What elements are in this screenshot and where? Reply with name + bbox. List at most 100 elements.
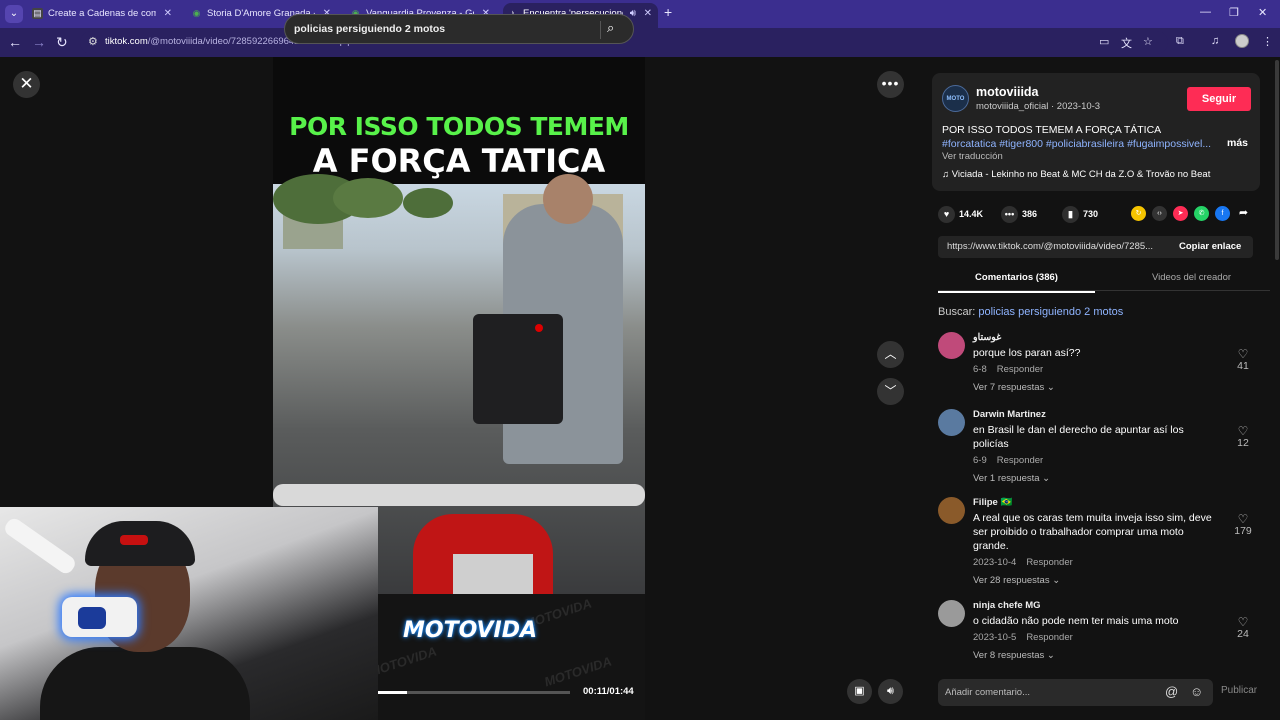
related-search-link[interactable]: policias persiguiendo 2 motos (978, 306, 1123, 318)
extensions-icon[interactable]: ⧉ (1176, 35, 1184, 48)
search-icon[interactable]: ⌕ (607, 20, 614, 36)
facebook-icon[interactable]: f (1215, 206, 1230, 221)
save-button[interactable]: ▮ 730 (1062, 205, 1098, 223)
motorcycle-dashboard (473, 314, 563, 424)
video-search-bar[interactable]: policias persiguiendo 2 motos ⌕ (284, 14, 634, 44)
creator-avatar[interactable]: MOTO (942, 85, 969, 112)
like-button[interactable]: ♥ 14.4K (938, 205, 983, 223)
hashtag[interactable]: #policiabrasileira (1046, 138, 1124, 150)
video-overlay-line1: POR ISSO TODOS TEMEM (289, 112, 629, 141)
commenter-avatar[interactable] (938, 409, 965, 436)
more-options-button[interactable]: ••• (877, 71, 904, 98)
music-credit[interactable]: ♫ Viciada - Lekinho no Beat & MC CH da Z… (942, 169, 1210, 180)
emoji-icon[interactable]: ☺ (1190, 684, 1203, 699)
whatsapp-icon[interactable]: ✆ (1194, 206, 1209, 221)
search-query[interactable]: policias persiguiendo 2 motos (294, 23, 445, 35)
comment-text: porque los paran así?? (973, 347, 1081, 359)
window-close-icon[interactable]: ✕ (1258, 6, 1267, 19)
view-replies-button[interactable]: Ver 7 respuestas ⌄ (973, 382, 1055, 393)
hashtag[interactable]: #tiger800 (999, 138, 1043, 150)
comment-count: 386 (1022, 209, 1038, 219)
browser-tab-bar: ⌄ ▤ Create a Cadenas de comidas r ✕ ◉ St… (0, 0, 1280, 28)
handlebar (273, 484, 645, 506)
browser-tab[interactable]: ▤ Create a Cadenas de comidas r ✕ (28, 3, 178, 28)
comment-like-button[interactable]: ♡ 12 (1230, 425, 1256, 449)
comment-text: o cidadão não pode nem ter mais uma moto (973, 615, 1179, 627)
reply-button[interactable]: Responder (997, 364, 1043, 375)
minimize-icon[interactable]: — (1200, 6, 1211, 18)
panel-scrollbar[interactable] (1275, 60, 1279, 260)
commenter-name[interactable]: Filipe 🇧🇷 (973, 497, 1012, 508)
reply-button[interactable]: Responder (1026, 557, 1072, 568)
close-video-button[interactable]: ✕ (13, 71, 40, 98)
comment-like-count: 24 (1237, 628, 1249, 640)
next-video-button[interactable]: ﹀ (877, 378, 904, 405)
reload-icon[interactable]: ↻ (56, 33, 68, 51)
share-link-text[interactable]: https://www.tiktok.com/@motoviiida/video… (947, 241, 1153, 252)
restore-icon[interactable]: ❐ (1229, 6, 1239, 19)
comment-composer[interactable]: Añadir comentario... @ ☺ (938, 679, 1213, 706)
browser-menu-icon[interactable]: ⋮ (1262, 35, 1273, 48)
previous-video-button[interactable]: ︿ (877, 341, 904, 368)
share-arrow-icon[interactable]: ➦ (1236, 206, 1251, 221)
comment-like-button[interactable]: ♡ 24 (1230, 616, 1256, 640)
commenter-avatar[interactable] (938, 332, 965, 359)
commenter-name[interactable]: غوستاو (973, 332, 1001, 343)
see-translation-link[interactable]: Ver traducción (942, 151, 1003, 162)
back-arrow-icon[interactable]: ← (8, 33, 22, 51)
heart-outline-icon: ♡ (1237, 512, 1249, 526)
translate-icon[interactable]: 文 (1121, 35, 1132, 51)
follow-button[interactable]: Seguir (1187, 87, 1251, 111)
comment-meta: 2023-10-4 Responder (973, 557, 1073, 568)
profile-avatar-icon[interactable] (1235, 34, 1249, 48)
comment-button[interactable]: ••• 386 (1001, 205, 1037, 223)
more-link[interactable]: más (1227, 137, 1248, 149)
commenter-name[interactable]: Darwin Martinez (973, 409, 1046, 420)
heart-outline-icon: ♡ (1237, 615, 1249, 629)
comment-meta: 6-9 Responder (973, 455, 1043, 466)
video-progress-fill (378, 691, 407, 694)
embed-icon[interactable]: ‹› (1152, 206, 1167, 221)
commenter-name[interactable]: ninja chefe MG (973, 600, 1041, 611)
tab-comments[interactable]: Comentarios (386) (938, 272, 1095, 293)
view-replies-button[interactable]: Ver 28 respuestas ⌄ (973, 575, 1060, 586)
tab-close-icon[interactable]: ✕ (164, 3, 172, 25)
creator-username[interactable]: motoviiida (976, 85, 1039, 99)
engagement-bar: ♥ 14.4K ••• 386 ▮ 730 ↻ ‹› ➤ ✆ f ➦ (938, 205, 1268, 225)
bookmark-star-icon[interactable]: ☆ (1143, 35, 1153, 48)
reply-button[interactable]: Responder (997, 455, 1043, 466)
tab-search-icon[interactable]: ⌄ (5, 5, 23, 23)
site-info-icon[interactable]: ⚙ (88, 35, 98, 48)
tab-creator-videos[interactable]: Videos del creador (1113, 272, 1270, 283)
view-replies-button[interactable]: Ver 1 respuesta ⌄ (973, 473, 1050, 484)
hashtag[interactable]: #fugaimpossivel... (1127, 138, 1211, 150)
details-panel: MOTO motoviiida motoviiida_oficial · 202… (918, 57, 1280, 720)
forward-arrow-icon[interactable]: → (32, 33, 46, 51)
send-icon[interactable]: ➤ (1173, 206, 1188, 221)
tab-close-icon[interactable]: ✕ (644, 3, 652, 25)
cast-icon[interactable]: ▭ (1099, 35, 1109, 48)
maps-pin-icon: ◉ (192, 8, 201, 18)
tab-title: Create a Cadenas de comidas r (48, 8, 156, 19)
copy-link-button[interactable]: Copiar enlace (1179, 241, 1241, 252)
commenter-avatar[interactable] (938, 497, 965, 524)
post-card: MOTO motoviiida motoviiida_oficial · 202… (932, 73, 1260, 191)
picture-in-picture-icon[interactable]: ▣ (847, 679, 872, 704)
commenter-avatar[interactable] (938, 600, 965, 627)
video-progress-bar[interactable] (378, 691, 570, 694)
comment-like-button[interactable]: ♡ 179 (1230, 513, 1256, 537)
reply-button[interactable]: Responder (1026, 632, 1072, 643)
repost-icon[interactable]: ↻ (1131, 206, 1146, 221)
volume-icon[interactable]: 🔊︎ (878, 679, 903, 704)
view-replies-button[interactable]: Ver 8 respuestas ⌄ (973, 650, 1055, 661)
comment-like-count: 12 (1237, 437, 1249, 449)
comment-like-button[interactable]: ♡ 41 (1230, 348, 1256, 372)
new-tab-plus-icon[interactable]: + (664, 4, 672, 20)
publish-button[interactable]: Publicar (1221, 685, 1257, 696)
hashtag[interactable]: #forcatatica (942, 138, 996, 150)
comment-input[interactable]: Añadir comentario... (945, 687, 1030, 698)
page-favicon-icon: ▤ (32, 8, 43, 19)
related-search: Buscar: policias persiguiendo 2 motos (938, 306, 1124, 318)
mention-icon[interactable]: @ (1165, 684, 1178, 699)
media-control-icon[interactable]: ♫ (1211, 35, 1219, 47)
